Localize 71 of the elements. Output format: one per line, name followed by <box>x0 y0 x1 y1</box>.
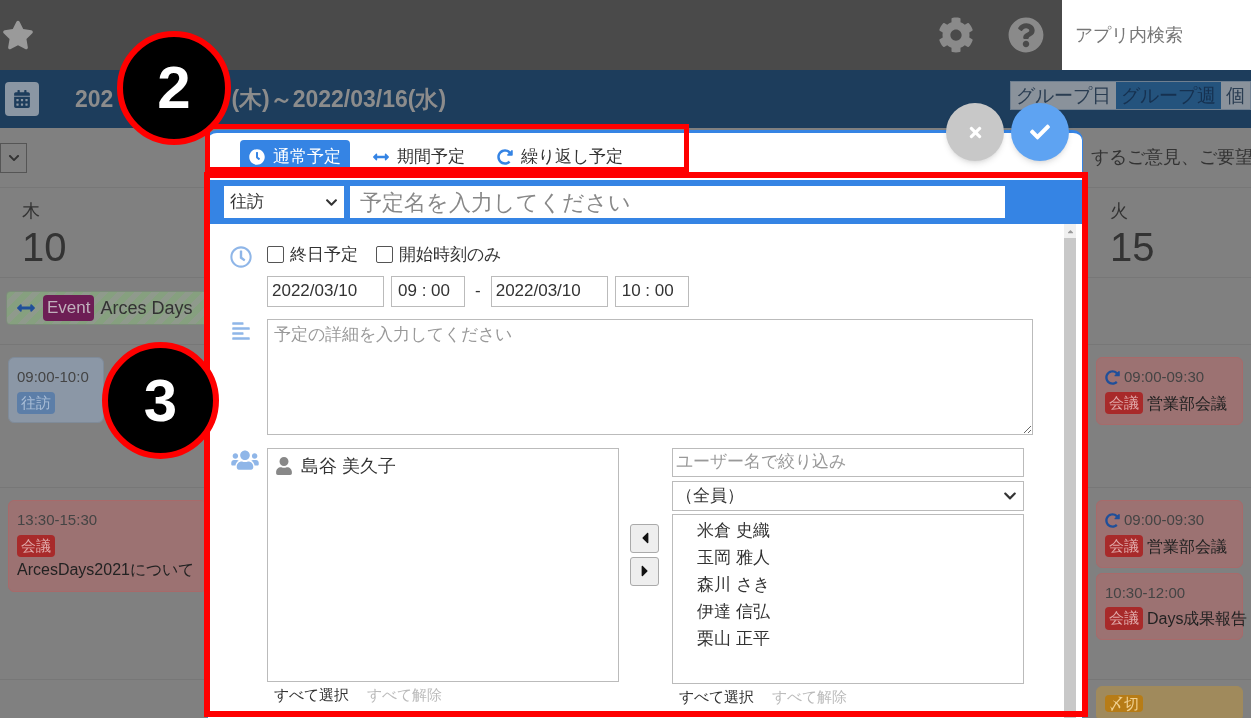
star-icon[interactable] <box>2 19 34 51</box>
weekday-label: 火 <box>1110 200 1129 223</box>
text-link[interactable]: すべて選択 <box>274 683 349 706</box>
event-tag: 往訪 <box>17 391 55 414</box>
participant-item[interactable]: 島谷 美久子 <box>276 452 618 480</box>
checkbox-label: 終日予定 <box>290 244 358 266</box>
day-number: 15 <box>1110 225 1156 269</box>
event-tag: 会議 <box>1105 607 1143 630</box>
description-icon <box>230 320 252 341</box>
move-right-button[interactable] <box>630 556 659 586</box>
text-link[interactable]: すべて選択 <box>679 685 754 708</box>
date-range: 202 <box>75 84 114 114</box>
event-time: 09:00-09:30 <box>1124 367 1205 387</box>
date-field[interactable]: 2022/03/10 <box>267 275 384 307</box>
time-field[interactable]: 10 : 00 <box>614 275 689 307</box>
calendar-button[interactable] <box>5 82 39 116</box>
schedule-tab[interactable]: 繰り返し予定 <box>488 140 632 174</box>
help-icon[interactable] <box>1008 17 1044 53</box>
people-icon <box>230 448 260 471</box>
user-list-item[interactable]: 森川 さき <box>697 570 1023 598</box>
clock-icon <box>230 246 252 268</box>
settings-icon[interactable] <box>938 17 974 53</box>
checkbox[interactable] <box>376 246 393 264</box>
day-number: 10 <box>22 225 68 269</box>
date-field[interactable]: 2022/03/10 <box>490 275 608 307</box>
title-field[interactable]: 予定名を入力してください <box>350 186 1005 218</box>
event-card[interactable]: 09:00-09:30 会議 営業部会議 <box>1096 500 1243 568</box>
user-list-item[interactable]: 栗山 正平 <box>697 624 1023 652</box>
event-title: Arces Days <box>100 296 193 320</box>
event-badge: Event <box>43 295 95 321</box>
user-filter-field[interactable]: ユーザー名で絞り込み <box>672 447 1024 477</box>
event-title: ArcesDays2021について <box>17 560 195 580</box>
event-card[interactable]: 09:00-09:30 会議 営業部会議 <box>1096 357 1243 425</box>
person-icon <box>276 457 292 475</box>
time-field[interactable]: 09 : 00 <box>391 275 465 307</box>
category-select[interactable]: 往訪 <box>224 186 344 218</box>
checkbox[interactable] <box>267 246 284 264</box>
event-tag: 会議 <box>17 534 55 557</box>
weekday-label: 木 <box>22 200 41 223</box>
clock-icon <box>249 149 265 165</box>
date-range: (木)～2022/03/16(水) <box>231 84 447 114</box>
repeat-icon <box>1105 369 1120 385</box>
detail-field[interactable]: 予定の詳細を入力してください <box>267 318 1033 435</box>
range-separator: - <box>474 280 482 303</box>
move-left-button[interactable] <box>630 523 659 553</box>
view-tab[interactable]: グループ日 <box>1011 82 1116 109</box>
schedule-tab[interactable]: 期間予定 <box>364 140 474 174</box>
event-title: 営業部会議 <box>1147 536 1227 557</box>
event-card[interactable]: 13:30-15:30 会議 ArcesDays2021について <box>8 500 207 592</box>
check-icon <box>1029 122 1051 142</box>
user-list-item[interactable]: 伊達 信弘 <box>697 597 1023 625</box>
repeat-icon <box>1105 512 1120 528</box>
event-title: 営業部会議 <box>1147 393 1227 414</box>
user-list-item[interactable]: 玉岡 雅人 <box>697 543 1023 571</box>
user-list-item[interactable]: 米倉 史織 <box>697 516 1023 544</box>
view-tab[interactable]: 個 <box>1221 82 1250 109</box>
event-tag: 会議 <box>1105 391 1143 414</box>
event-time: 13:30-15:30 <box>17 510 98 530</box>
annotation-marker: 3 <box>102 342 219 459</box>
repeat-icon <box>497 149 513 165</box>
checkbox-label: 開始時刻のみ <box>399 244 501 266</box>
calendar-icon <box>13 90 31 108</box>
search-field[interactable]: アプリ内検索 <box>1062 0 1251 70</box>
event-time: 10:30-12:00 <box>1105 582 1186 603</box>
event-time: 09:00-10:0 <box>17 367 89 387</box>
group-select[interactable]: （全員） <box>672 480 1024 511</box>
scrollbar[interactable] <box>1064 224 1076 718</box>
event-tag: 〆切 <box>1105 695 1143 712</box>
filter-dropdown[interactable] <box>0 142 27 173</box>
event-time: 09:00-09:30 <box>1124 510 1205 530</box>
event-tag: 会議 <box>1105 534 1143 557</box>
